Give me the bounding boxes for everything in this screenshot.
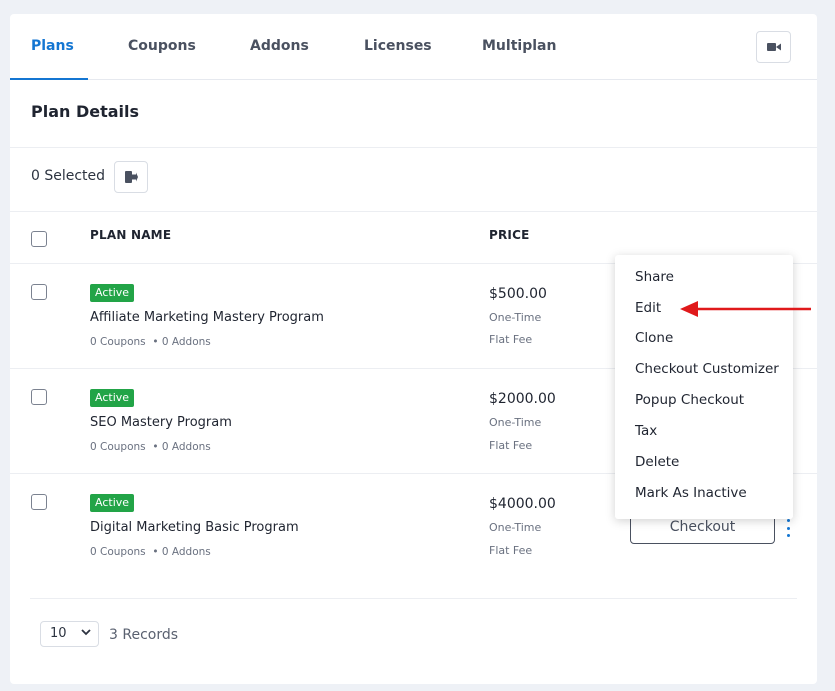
row-actions-menu: Share Edit Clone Checkout Customizer Pop… xyxy=(615,255,793,519)
coupons-count: 0 Coupons xyxy=(90,441,146,453)
row-checkbox[interactable] xyxy=(31,284,47,300)
divider xyxy=(30,598,797,599)
menu-item-edit[interactable]: Edit xyxy=(635,300,661,316)
chevron-down-icon xyxy=(81,629,91,636)
addons-count: • 0 Addons xyxy=(152,336,211,348)
menu-item-share[interactable]: Share xyxy=(635,269,674,285)
row-checkbox[interactable] xyxy=(31,389,47,405)
section-title: Plan Details xyxy=(31,102,140,121)
billing-type: One-Time xyxy=(489,311,542,324)
selected-count: 0 Selected xyxy=(31,168,106,184)
plan-price: $2000.00 xyxy=(489,391,556,407)
select-all-checkbox[interactable] xyxy=(31,231,47,247)
menu-item-checkout-customizer[interactable]: Checkout Customizer xyxy=(635,361,779,377)
export-button[interactable] xyxy=(114,161,148,193)
divider xyxy=(10,147,817,148)
per-page-select[interactable]: 10 xyxy=(40,621,99,647)
column-header-plan-name: PLAN NAME xyxy=(90,228,172,242)
divider xyxy=(10,211,817,212)
kebab-menu-icon[interactable] xyxy=(783,519,793,537)
coupons-count: 0 Coupons xyxy=(90,336,146,348)
menu-item-clone[interactable]: Clone xyxy=(635,330,673,346)
status-badge: Active xyxy=(90,389,135,407)
tab-bar: Plans Coupons Addons Licenses Multiplan xyxy=(10,14,817,80)
addons-count: • 0 Addons xyxy=(152,441,211,453)
plan-meta: 0 Coupons • 0 Addons xyxy=(90,546,211,558)
video-camera-icon xyxy=(766,43,781,51)
tab-licenses[interactable]: Licenses xyxy=(364,38,432,54)
plan-meta: 0 Coupons • 0 Addons xyxy=(90,336,211,348)
menu-item-tax[interactable]: Tax xyxy=(635,423,657,439)
billing-type: One-Time xyxy=(489,521,542,534)
fee-type: Flat Fee xyxy=(489,544,533,557)
menu-item-popup-checkout[interactable]: Popup Checkout xyxy=(635,392,744,408)
video-button[interactable] xyxy=(756,31,791,63)
status-badge: Active xyxy=(90,494,135,512)
plan-name[interactable]: Digital Marketing Basic Program xyxy=(90,520,299,535)
status-badge: Active xyxy=(90,284,135,302)
billing-type: One-Time xyxy=(489,416,542,429)
plan-name[interactable]: Affiliate Marketing Mastery Program xyxy=(90,310,324,325)
records-count: 3 Records xyxy=(109,627,179,643)
fee-type: Flat Fee xyxy=(489,333,533,346)
addons-count: • 0 Addons xyxy=(152,546,211,558)
per-page-value: 10 xyxy=(50,626,67,641)
plan-price: $500.00 xyxy=(489,286,547,302)
row-checkbox[interactable] xyxy=(31,494,47,510)
active-tab-indicator xyxy=(10,78,88,80)
menu-item-delete[interactable]: Delete xyxy=(635,454,679,470)
coupons-count: 0 Coupons xyxy=(90,546,146,558)
plan-meta: 0 Coupons • 0 Addons xyxy=(90,441,211,453)
tab-plans[interactable]: Plans xyxy=(31,38,74,54)
plan-price: $4000.00 xyxy=(489,496,556,512)
export-icon xyxy=(124,171,138,183)
tab-addons[interactable]: Addons xyxy=(250,38,309,54)
plan-name[interactable]: SEO Mastery Program xyxy=(90,415,232,430)
tab-multiplan[interactable]: Multiplan xyxy=(482,38,556,54)
tab-coupons[interactable]: Coupons xyxy=(128,38,196,54)
column-header-price: PRICE xyxy=(489,228,530,242)
annotation-arrow xyxy=(680,301,811,317)
fee-type: Flat Fee xyxy=(489,439,533,452)
menu-item-mark-inactive[interactable]: Mark As Inactive xyxy=(635,485,747,501)
